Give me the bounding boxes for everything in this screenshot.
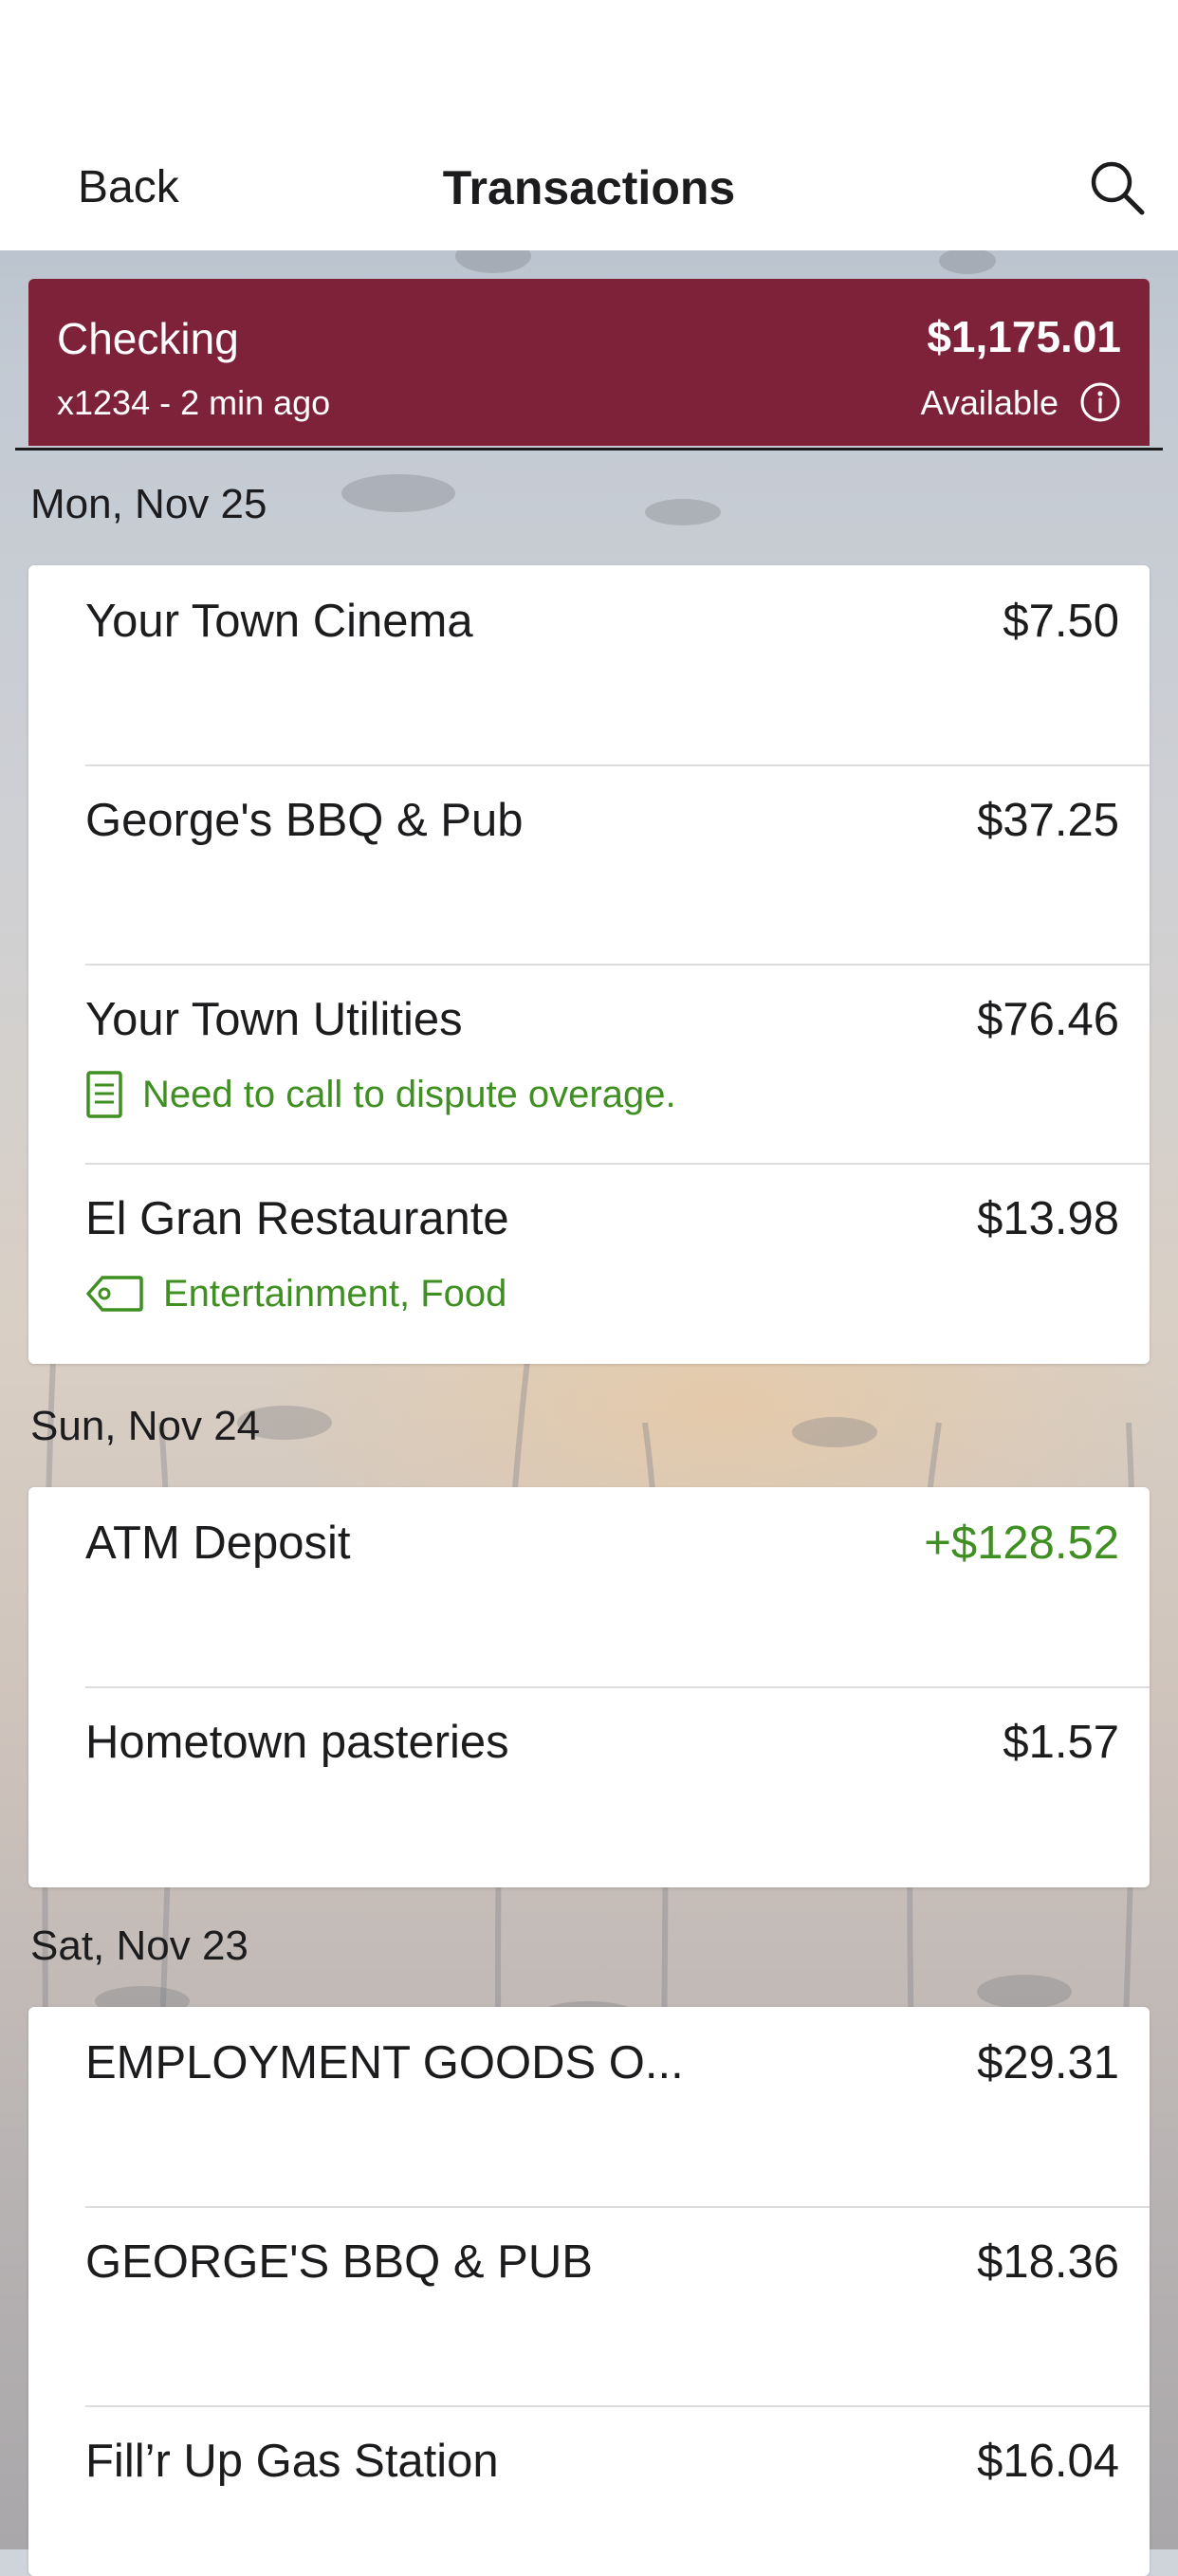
transaction-amount: $18.36 [977, 2236, 1119, 2288]
transaction-row[interactable]: Your Town Utilities $76.46 Need to call … [28, 964, 1150, 1163]
transaction-name: Your Town Cinema [85, 596, 473, 647]
info-icon[interactable] [1079, 381, 1121, 423]
account-summary[interactable]: Checking x1234 - 2 min ago $1,175.01 Ava… [28, 279, 1150, 446]
tag-icon [86, 1276, 143, 1312]
date-header: Sat, Nov 23 [30, 1923, 248, 1969]
transaction-name: Hometown pasteries [85, 1717, 509, 1768]
search-icon[interactable] [1087, 157, 1148, 218]
transaction-name: Fill’r Up Gas Station [85, 2436, 499, 2487]
transaction-row[interactable]: El Gran Restaurante $13.98 Entertainment… [28, 1163, 1150, 1362]
transaction-amount: $37.25 [977, 795, 1119, 846]
transaction-row[interactable]: Your Town Cinema $7.50 [28, 565, 1150, 764]
transaction-tags: Entertainment, Food [85, 1267, 506, 1320]
transaction-row[interactable]: EMPLOYMENT GOODS O... $29.31 [28, 2007, 1150, 2206]
transaction-name: EMPLOYMENT GOODS O... [85, 2037, 684, 2088]
transaction-row[interactable]: Fill’r Up Gas Station $16.04 [28, 2405, 1150, 2576]
transaction-row[interactable]: ATM Deposit +$128.52 [28, 1487, 1150, 1686]
date-header: Sun, Nov 24 [30, 1403, 261, 1449]
transaction-amount: $29.31 [977, 2037, 1119, 2088]
transaction-name: Your Town Utilities [85, 994, 463, 1045]
transaction-amount: $16.04 [977, 2436, 1119, 2487]
note-text: Need to call to dispute overage. [142, 1073, 676, 1115]
date-header: Mon, Nov 25 [30, 481, 267, 527]
transaction-amount: $76.46 [977, 994, 1119, 1045]
navigation-bar: Back Transactions [0, 0, 1178, 250]
transaction-name: George's BBQ & Pub [85, 795, 524, 846]
account-name: Checking [57, 314, 239, 363]
account-subtitle: x1234 - 2 min ago [57, 383, 331, 422]
transaction-row[interactable]: Hometown pasteries $1.57 [28, 1686, 1150, 1886]
note-icon [86, 1071, 122, 1118]
page-title: Transactions [442, 161, 736, 214]
transaction-amount: $1.57 [1003, 1717, 1119, 1768]
transaction-group: EMPLOYMENT GOODS O... $29.31 GEORGE'S BB… [28, 2007, 1150, 2576]
transaction-amount: $7.50 [1003, 596, 1119, 647]
transaction-group: ATM Deposit +$128.52 Hometown pasteries … [28, 1487, 1150, 1887]
tags-text: Entertainment, Food [163, 1272, 507, 1315]
account-balance: $1,175.01 [927, 312, 1121, 361]
balance-label: Available [920, 383, 1058, 422]
transaction-note: Need to call to dispute overage. [85, 1068, 676, 1121]
transaction-name: ATM Deposit [85, 1518, 351, 1569]
transaction-amount: $13.98 [977, 1193, 1119, 1244]
transaction-group: Your Town Cinema $7.50 George's BBQ & Pu… [28, 565, 1150, 1364]
transaction-name: GEORGE'S BBQ & PUB [85, 2236, 593, 2288]
transaction-name: El Gran Restaurante [85, 1193, 509, 1244]
divider [15, 448, 1163, 451]
transaction-amount: +$128.52 [924, 1518, 1119, 1569]
transaction-row[interactable]: GEORGE'S BBQ & PUB $18.36 [28, 2206, 1150, 2405]
transaction-row[interactable]: George's BBQ & Pub $37.25 [28, 764, 1150, 964]
